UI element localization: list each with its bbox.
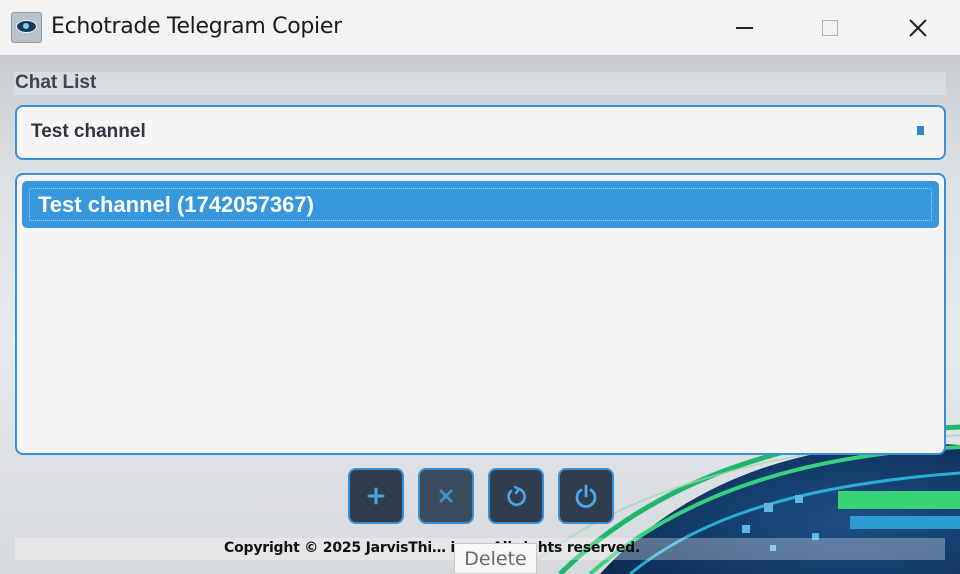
maximize-icon [822,19,838,36]
app-eye-icon [11,12,42,43]
chat-list-header [14,72,946,95]
dropdown-indicator-icon[interactable] [917,126,924,135]
refresh-icon [507,485,526,506]
list-item-label: Test channel (1742057367) [38,192,314,217]
chat-listbox[interactable]: Test channel (1742057367) [15,173,946,455]
title-bar: Echotrade Telegram Copier [0,0,960,56]
refresh-button[interactable] [488,468,544,524]
minimize-button[interactable] [714,0,774,55]
chat-select-field[interactable]: Test channel [15,105,946,160]
main-area: Chat List Test channel Test channel (174… [0,55,960,574]
list-item[interactable]: Test channel (1742057367) [22,181,939,228]
x-icon [439,489,453,503]
chat-list-label: Chat List [15,72,97,93]
minimize-icon [735,26,753,29]
copyright-text: Copyright © 2025 JarvisThi… ions. All ri… [224,540,641,556]
power-button[interactable] [558,468,614,524]
power-icon [575,484,597,508]
window-title: Echotrade Telegram Copier [51,14,342,39]
plus-icon [367,487,385,505]
maximize-button[interactable] [800,0,860,55]
close-button[interactable] [888,0,948,55]
chat-select-value: Test channel [31,121,146,142]
delete-tooltip: Delete [454,543,537,574]
close-icon [909,18,927,37]
delete-button[interactable] [418,468,474,524]
add-button[interactable] [348,468,404,524]
